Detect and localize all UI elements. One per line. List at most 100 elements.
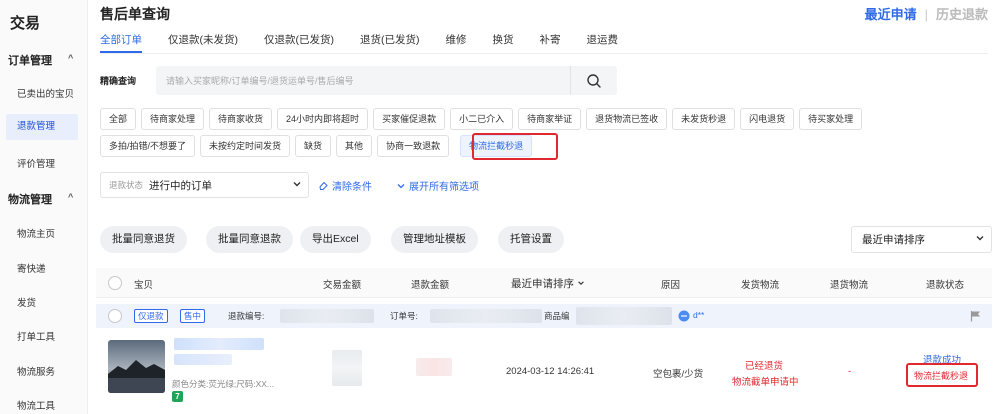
view-switcher: 最近申请 | 历史退款 [865,4,988,23]
chip-out-of-stock[interactable]: 缺货 [295,135,332,157]
chevron-down-icon [286,179,308,192]
tab-divider [100,53,988,54]
col-refund-amount: 退款金额 [411,280,450,291]
chat-icon[interactable] [678,310,690,322]
quick-filter-row-1: 全部 待商家处理 待商家收货 24小时内即将超时 买家催促退款 小二已介入 待商… [100,108,930,130]
table-header: 宝贝 交易金额 退款金额 最近申请排序 原因 发货物流 退货物流 退款状态 [96,268,992,298]
page-title: 售后单查询 [100,6,170,22]
refund-status-intercept: 物流拦截秒退 [914,371,969,381]
redacted-trade-amount [332,350,362,386]
order-no-label: 订单号: [390,311,418,321]
sidebar-group-label: 物流管理 [8,194,52,206]
search-icon [587,73,601,88]
sidebar-item-logistics-service[interactable]: 物流服务 [17,364,55,378]
product-no-label: 商品编 [544,311,570,321]
clear-filters-link[interactable]: 清除条件 [318,178,372,193]
sidebar-group-logistics[interactable]: 物流管理 ^ [8,191,73,207]
chip-agreed-refund[interactable]: 协商一致退款 [377,135,450,157]
tab-return-shipping-fee[interactable]: 退运费 [587,32,619,52]
buyer-name[interactable]: d** [693,310,704,320]
tab-all-orders[interactable]: 全部订单 [100,32,142,53]
tab-refund-unshipped[interactable]: 仅退款(未发货) [168,32,238,52]
chip-buyer-urge[interactable]: 买家催促退款 [373,108,446,130]
batch-agree-refund-button[interactable]: 批量同意退款 [206,226,293,253]
refund-status-label: 退款状态 [109,180,144,190]
search-label: 精确查询 [100,76,137,86]
chip-wrong-order[interactable]: 多拍/拍错/不想要了 [100,135,196,157]
ship-status-intercept: 物流截单申请中 [732,377,799,388]
product-attributes: 颜色分类:荧光绿;尺码:XX... [172,379,275,389]
tab-exchange[interactable]: 换货 [493,32,514,52]
tab-return-shipped[interactable]: 退货(已发货) [360,32,420,52]
refund-status-value: 进行中的订单 [149,179,213,192]
col-recent-apply-sort[interactable]: 最近申请排序 [511,276,585,291]
tag-in-sale: 售中 [180,309,206,323]
clear-filters-label: 清除条件 [332,182,372,193]
chip-pending-merchant[interactable]: 待商家处理 [141,108,205,130]
batch-agree-return-button[interactable]: 批量同意退货 [100,226,187,253]
expand-filters-link[interactable]: 展开所有筛选项 [396,178,479,193]
redacted-refund-amount [416,358,452,376]
sidebar-item-refund[interactable]: 退款管理 [6,114,78,140]
order-checkbox[interactable] [108,309,122,323]
redacted-order-no [430,309,542,323]
sidebar-item-logistics-tools[interactable]: 物流工具 [17,398,55,412]
chip-pending-receive[interactable]: 待商家收货 [209,108,273,130]
sort-select[interactable]: 最近申请排序 [851,226,992,253]
sidebar-item-sold[interactable]: 已卖出的宝贝 [17,86,74,100]
expand-filters-label: 展开所有筛选项 [409,182,479,193]
manage-address-template-button[interactable]: 管理地址模板 [391,226,478,253]
col-product: 宝贝 [134,280,154,291]
flag-icon[interactable] [970,310,981,322]
col-trade-amount: 交易金额 [323,280,362,291]
sidebar-item-review[interactable]: 评价管理 [17,156,55,170]
chip-pending-buyer[interactable]: 待买家处理 [799,108,863,130]
chip-24h-timeout[interactable]: 24小时内即将超时 [277,108,369,130]
sidebar-item-print[interactable]: 打单工具 [17,329,55,343]
chevron-down-icon [578,281,584,285]
history-refund-link[interactable]: 历史退款 [936,7,988,22]
chip-all[interactable]: 全部 [100,108,137,130]
search-box [156,66,617,95]
chip-other[interactable]: 其他 [336,135,373,157]
col-ship-logistics: 发货物流 [741,280,780,291]
search-input[interactable] [156,67,570,94]
ship-status-returned: 已经退货 [745,361,784,372]
chip-return-signed[interactable]: 退货物流已签收 [586,108,668,130]
export-excel-button[interactable]: 导出Excel [300,226,371,253]
col-refund-status: 退款状态 [926,280,965,291]
sidebar: 交易 订单管理 ^ 已卖出的宝贝 退款管理 评价管理 物流管理 ^ 物流主页 寄… [0,0,88,414]
main-content: 售后单查询 最近申请 | 历史退款 全部订单 仅退款(未发货) 仅退款(已发货) 退… [88,0,996,414]
product-thumbnail[interactable] [108,340,165,393]
chevron-down-icon [397,183,405,188]
seven-day-return-badge: 7 [172,391,183,402]
chip-staff-involved[interactable]: 小二已介入 [450,108,514,130]
hosting-settings-button[interactable]: 托管设置 [498,226,564,253]
redacted-refund-no [280,309,374,323]
sidebar-title: 交易 [10,15,41,32]
sidebar-group-label: 订单管理 [8,55,52,67]
col-recent-apply-label: 最近申请排序 [511,278,574,290]
sidebar-item-logistics-home[interactable]: 物流主页 [17,226,55,240]
table-row: 颜色分类:荧光绿;尺码:XX... 7 2024-03-12 14:26:41 … [96,330,992,414]
highlight-box [472,133,558,160]
tab-repair[interactable]: 维修 [446,32,467,52]
refund-status-select[interactable]: 退款状态 进行中的订单 [100,172,309,198]
refund-reason: 空包裹/少货 [653,369,704,380]
select-all-checkbox[interactable] [108,276,122,290]
search-button[interactable] [571,66,617,95]
chip-late-ship[interactable]: 未按约定时间发货 [200,135,291,157]
chip-unshipped-instant[interactable]: 未发货秒退 [672,108,736,130]
apply-date: 2024-03-12 14:26:41 [506,366,595,377]
tab-refund-shipped[interactable]: 仅退款(已发货) [264,32,334,52]
tab-resend[interactable]: 补寄 [540,32,561,52]
eraser-icon [319,181,328,190]
sidebar-group-orders[interactable]: 订单管理 ^ [8,52,73,68]
refund-no-label: 退款编号: [228,311,265,321]
sidebar-item-ship[interactable]: 发货 [17,295,36,309]
redacted-product-no [576,307,672,325]
chip-merchant-evidence[interactable]: 待商家举证 [518,108,582,130]
sidebar-item-express[interactable]: 寄快递 [17,261,46,275]
recent-apply-link[interactable]: 最近申请 [865,7,917,22]
chip-flash-return[interactable]: 闪电退货 [740,108,795,130]
